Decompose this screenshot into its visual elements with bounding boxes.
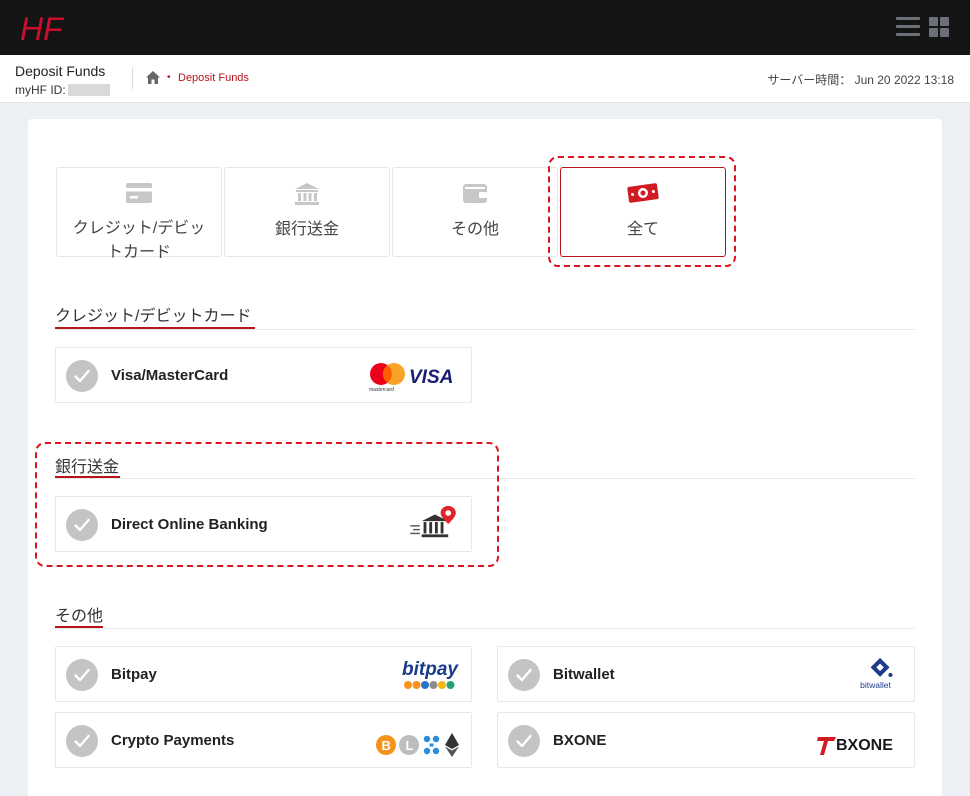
tab-all-label: 全て bbox=[626, 221, 659, 238]
server-time-label: サーバー時間： bbox=[767, 73, 852, 87]
tab-other-label: その他 bbox=[450, 221, 499, 238]
apps-grid-icon[interactable] bbox=[929, 17, 949, 37]
tab-bank-transfer-label: 銀行送金 bbox=[274, 221, 339, 238]
bitwallet-logo: bitwallet bbox=[860, 657, 893, 690]
crypto-logos: B L bbox=[376, 733, 459, 757]
visa-mastercard-logo: mastercard VISA bbox=[369, 363, 453, 393]
svg-text:mastercard: mastercard bbox=[369, 387, 394, 393]
myhf-id: myHF ID: bbox=[15, 83, 110, 97]
svg-text:BXONE: BXONE bbox=[836, 737, 893, 754]
svg-text:bitwallet: bitwallet bbox=[860, 680, 891, 690]
tab-other[interactable]: その他 bbox=[392, 167, 558, 257]
wallet-icon bbox=[463, 184, 487, 203]
myhf-id-label: myHF ID: bbox=[15, 83, 66, 97]
method-bxone[interactable]: BXONE BXONE bbox=[497, 712, 915, 768]
section-underline bbox=[55, 327, 255, 329]
section-divider bbox=[55, 329, 915, 330]
method-name: Crypto Payments bbox=[111, 732, 235, 749]
section-divider bbox=[55, 628, 915, 629]
check-icon bbox=[66, 725, 98, 757]
masked-id bbox=[67, 84, 110, 96]
home-icon[interactable] bbox=[145, 70, 161, 85]
check-icon bbox=[508, 659, 540, 691]
sub-header: Deposit Funds myHF ID: • Deposit Funds サ… bbox=[0, 55, 970, 103]
svg-text:B: B bbox=[382, 738, 391, 753]
bxone-logo: BXONE bbox=[817, 737, 893, 755]
svg-text:L: L bbox=[406, 738, 414, 753]
check-icon bbox=[66, 659, 98, 691]
credit-card-icon bbox=[126, 183, 152, 203]
section-title-bank: 銀行送金 bbox=[55, 459, 120, 476]
method-name: BXONE bbox=[553, 732, 607, 749]
bank-icon bbox=[295, 183, 319, 205]
method-name: Bitwallet bbox=[553, 666, 615, 683]
check-icon bbox=[508, 725, 540, 757]
method-name: Bitpay bbox=[111, 666, 157, 683]
bitpay-logo: bitpay bbox=[402, 659, 459, 689]
method-visa-mastercard[interactable]: Visa/MasterCard mastercard VISA bbox=[55, 347, 472, 403]
method-direct-online-banking[interactable]: Direct Online Banking bbox=[55, 496, 472, 552]
top-bar: HF bbox=[0, 0, 970, 55]
method-bitpay[interactable]: Bitpay bitpay bbox=[55, 646, 472, 702]
server-time: サーバー時間： Jun 20 2022 13:18 bbox=[767, 71, 954, 88]
svg-text:bitpay: bitpay bbox=[402, 659, 459, 680]
tab-credit-card-label: クレジット/デビットカード bbox=[72, 220, 206, 261]
check-icon bbox=[66, 509, 98, 541]
section-title-cards: クレジット/デビットカード bbox=[55, 308, 252, 325]
section-underline bbox=[55, 476, 120, 478]
breadcrumb-current[interactable]: Deposit Funds bbox=[178, 72, 249, 84]
money-icon bbox=[627, 183, 659, 203]
section-title-other: その他 bbox=[55, 608, 104, 625]
hf-logo[interactable]: HF bbox=[20, 11, 64, 45]
check-icon bbox=[66, 360, 98, 392]
section-underline bbox=[55, 626, 103, 628]
svg-text:HF: HF bbox=[20, 11, 64, 45]
divider bbox=[132, 67, 133, 89]
tab-all[interactable]: 全て bbox=[560, 167, 726, 257]
method-crypto-payments[interactable]: Crypto Payments B L bbox=[55, 712, 472, 768]
server-time-value: Jun 20 2022 13:18 bbox=[854, 73, 954, 87]
breadcrumb-separator: • bbox=[167, 72, 171, 83]
method-name: Direct Online Banking bbox=[111, 516, 268, 533]
tab-bank-transfer[interactable]: 銀行送金 bbox=[224, 167, 390, 257]
method-bitwallet[interactable]: Bitwallet bitwallet bbox=[497, 646, 915, 702]
method-name: Visa/MasterCard bbox=[111, 367, 229, 384]
tab-credit-card[interactable]: クレジット/デビットカード bbox=[56, 167, 222, 261]
section-divider bbox=[55, 478, 915, 479]
online-banking-logo bbox=[410, 505, 456, 538]
page-title: Deposit Funds bbox=[15, 63, 106, 79]
hamburger-menu-icon[interactable] bbox=[896, 16, 920, 38]
svg-text:VISA: VISA bbox=[409, 367, 453, 388]
